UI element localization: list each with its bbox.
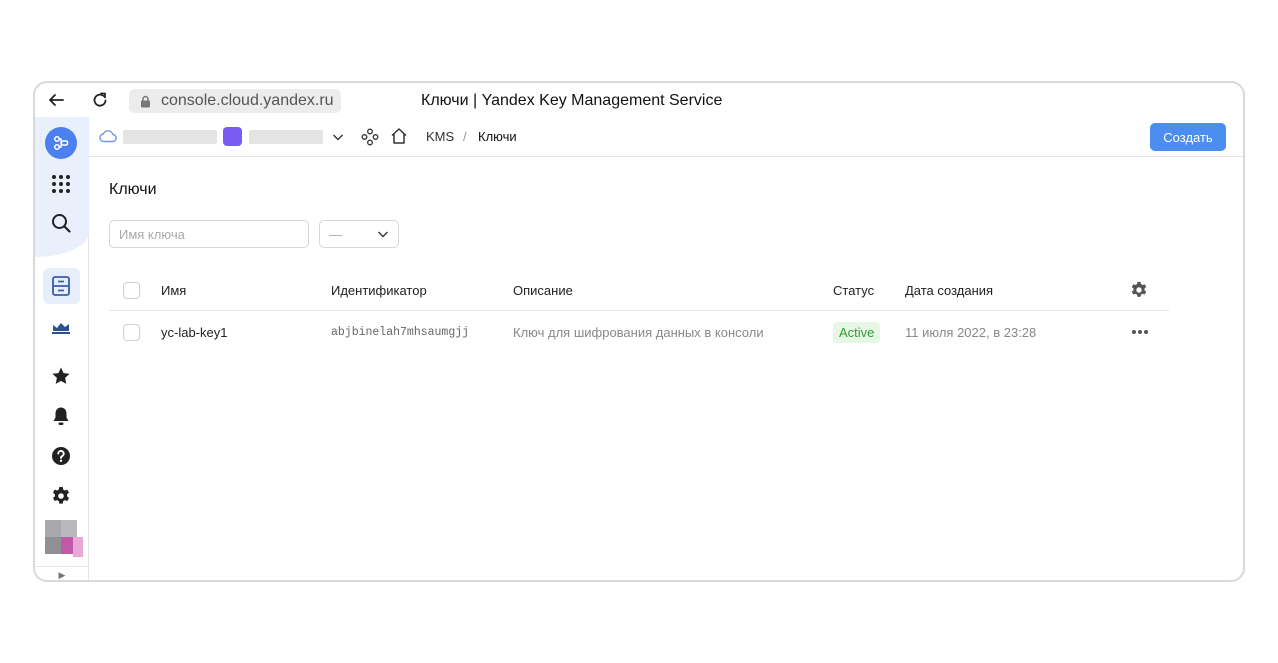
row-checkbox[interactable] bbox=[123, 323, 140, 341]
settings-gear-icon[interactable] bbox=[48, 483, 74, 509]
avatar[interactable] bbox=[45, 520, 83, 557]
lock-icon bbox=[135, 95, 155, 108]
key-description-cell: Ключ для шифрования данных в консоли bbox=[513, 324, 764, 340]
sidebar-rail: ▶ bbox=[35, 117, 89, 580]
expand-sidebar-icon[interactable]: ▶ bbox=[35, 566, 89, 580]
home-icon[interactable] bbox=[390, 127, 408, 150]
table-header-row: Имя Идентификатор Описание Статус Дата с… bbox=[109, 269, 1169, 311]
monitoring-icon[interactable] bbox=[48, 314, 74, 340]
chevron-down-icon[interactable] bbox=[332, 130, 344, 148]
url-text: console.cloud.yandex.ru bbox=[161, 92, 334, 109]
breadcrumb-separator: / bbox=[463, 129, 467, 144]
back-arrow-icon[interactable] bbox=[45, 89, 67, 111]
breadcrumb-kms[interactable]: KMS bbox=[426, 129, 454, 144]
status-filter-select[interactable]: — bbox=[319, 220, 399, 248]
cloud-name-redacted[interactable] bbox=[123, 130, 217, 144]
column-header-name[interactable]: Имя bbox=[161, 269, 186, 311]
page-title: Ключи | Yandex Key Management Service bbox=[421, 92, 723, 109]
main-content: Ключи — Имя Идентификатор Описание Стату… bbox=[89, 157, 1243, 580]
key-created-cell: 11 июля 2022, в 23:28 bbox=[905, 324, 1037, 340]
keys-table: Имя Идентификатор Описание Статус Дата с… bbox=[109, 269, 1169, 353]
help-icon[interactable] bbox=[48, 443, 74, 469]
key-name-search-input[interactable] bbox=[109, 220, 309, 248]
key-id-cell: abjbinelah7mhsaumgjj bbox=[331, 325, 470, 339]
cloud-icon[interactable] bbox=[99, 129, 117, 148]
browser-window: console.cloud.yandex.ru Ключи | Yandex K… bbox=[33, 81, 1245, 582]
status-badge: Active bbox=[833, 321, 881, 343]
column-header-description[interactable]: Описание bbox=[513, 269, 573, 311]
cloud-logo-icon[interactable] bbox=[45, 127, 77, 159]
page-heading: Ключи bbox=[109, 181, 157, 198]
kms-service-icon[interactable] bbox=[48, 273, 74, 299]
search-icon[interactable] bbox=[48, 210, 74, 236]
star-icon[interactable] bbox=[48, 363, 74, 389]
column-header-status[interactable]: Статус bbox=[833, 269, 874, 311]
create-button[interactable]: Создать bbox=[1150, 123, 1226, 151]
browser-toolbar: console.cloud.yandex.ru Ключи | Yandex K… bbox=[35, 83, 1243, 117]
console-header: KMS / Ключи Создать bbox=[89, 117, 1243, 157]
reload-icon[interactable] bbox=[89, 89, 111, 111]
row-actions-menu-icon[interactable] bbox=[1131, 311, 1149, 353]
key-name-cell[interactable]: yc-lab-key1 bbox=[161, 311, 227, 353]
table-row[interactable]: yc-lab-key1 abjbinelah7mhsaumgjj Ключ дл… bbox=[109, 311, 1169, 353]
select-all-checkbox[interactable] bbox=[123, 281, 140, 299]
table-settings-gear-icon[interactable] bbox=[1130, 269, 1148, 311]
address-bar[interactable]: console.cloud.yandex.ru bbox=[129, 89, 341, 113]
status-filter-value: — bbox=[329, 226, 342, 242]
services-graph-icon[interactable] bbox=[361, 128, 379, 151]
all-services-icon[interactable] bbox=[48, 171, 74, 197]
column-header-id[interactable]: Идентификатор bbox=[331, 269, 427, 311]
breadcrumb-current: Ключи bbox=[478, 129, 517, 144]
bell-icon[interactable] bbox=[48, 403, 74, 429]
column-header-created[interactable]: Дата создания bbox=[905, 269, 993, 311]
folder-icon bbox=[223, 127, 242, 146]
folder-name-redacted[interactable] bbox=[249, 130, 323, 144]
chevron-down-icon bbox=[377, 228, 389, 243]
